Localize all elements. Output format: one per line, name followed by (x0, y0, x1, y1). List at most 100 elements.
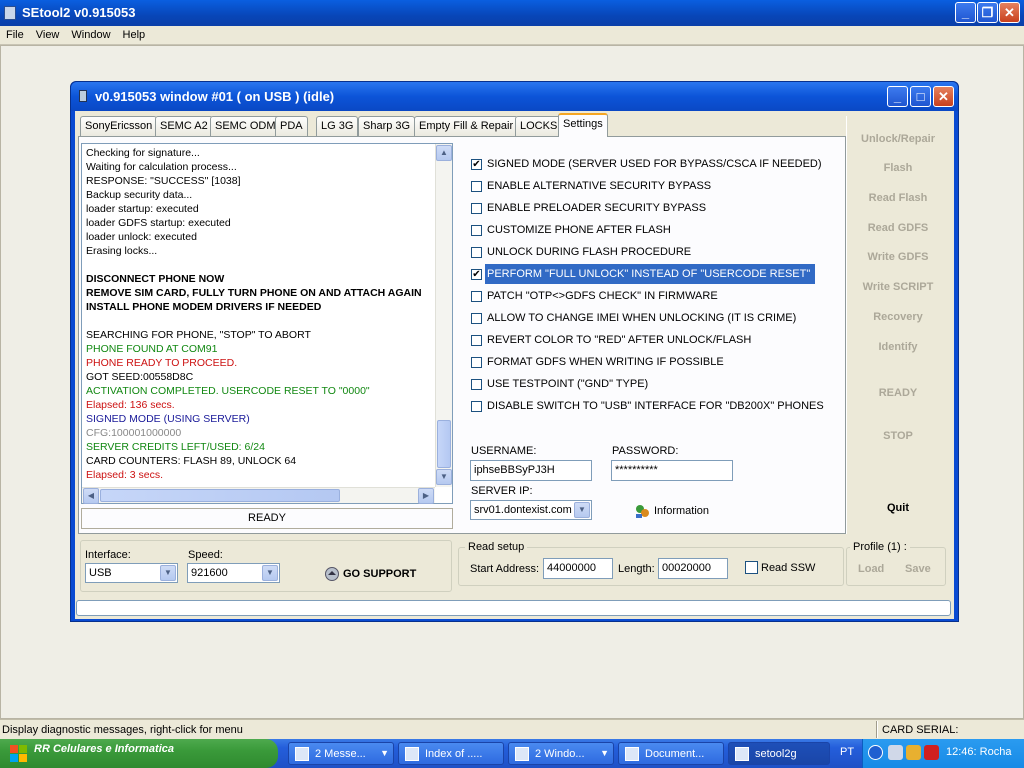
unlock-repair-button[interactable]: Unlock/Repair (852, 133, 944, 145)
app-titlebar[interactable]: SEtool2 v0.915053 _ ❐ ✕ (0, 0, 1024, 26)
child-window-titlebar[interactable]: v0.915053 window #01 ( on USB ) (idle) _… (71, 82, 958, 111)
log-vertical-scrollbar[interactable]: ▲ ▼ (435, 144, 452, 487)
clock: 12:46: Rocha (946, 746, 1012, 758)
log-line: Elapsed: 3 secs. (86, 469, 164, 481)
tray-arrow-icon[interactable] (868, 745, 883, 760)
quit-button[interactable]: Quit (852, 502, 944, 514)
chevron-down-icon[interactable]: ▼ (574, 502, 590, 518)
save-button[interactable]: Save (905, 563, 931, 575)
chevron-down-icon[interactable]: ▼ (600, 748, 609, 758)
write-gdfs-button[interactable]: Write GDFS (852, 251, 944, 263)
checkbox-icon[interactable] (471, 379, 482, 390)
scroll-thumb[interactable] (437, 420, 451, 468)
username-input[interactable]: iphseBBSyPJ3H (470, 460, 592, 481)
length-label: Length: (618, 563, 655, 575)
tray-app-icon[interactable] (888, 745, 903, 760)
scroll-up-icon[interactable]: ▲ (436, 145, 452, 161)
checkbox-icon[interactable] (471, 401, 482, 412)
tab-semc-odm[interactable]: SEMC ODM (210, 116, 281, 136)
start-label: RR Celulares e Informatica (34, 743, 174, 755)
info-icon[interactable] (634, 503, 650, 519)
scroll-left-icon[interactable]: ◀ (83, 488, 99, 504)
password-input[interactable]: ********** (611, 460, 733, 481)
taskbar-item[interactable]: Index of ..... (398, 742, 504, 765)
start-button[interactable]: RR Celulares e Informatica (0, 739, 278, 768)
child-maximize-icon[interactable]: □ (910, 86, 931, 107)
recovery-button[interactable]: Recovery (852, 311, 944, 323)
setting-option-label: DISABLE SWITCH TO "USB" INTERFACE FOR "D… (487, 400, 824, 412)
log-horizontal-scrollbar[interactable]: ◀ ▶ (82, 487, 435, 504)
status-message: Display diagnostic messages, right-click… (2, 724, 243, 736)
checkbox-icon[interactable] (471, 203, 482, 214)
log-line: SEARCHING FOR PHONE, "STOP" TO ABORT (86, 329, 311, 341)
log-line: INSTALL PHONE MODEM DRIVERS IF NEEDED (86, 301, 322, 313)
start-address-input[interactable]: 44000000 (543, 558, 613, 579)
taskbar-item[interactable]: Document... (618, 742, 724, 765)
setting-option-label: CUSTOMIZE PHONE AFTER FLASH (487, 224, 671, 236)
identify-button[interactable]: Identify (852, 341, 944, 353)
checkbox-icon[interactable] (471, 313, 482, 324)
child-minimize-icon[interactable]: _ (887, 86, 908, 107)
checkbox-icon[interactable] (471, 291, 482, 302)
chevron-down-icon[interactable]: ▼ (262, 565, 278, 581)
hscroll-thumb[interactable] (100, 489, 340, 502)
menu-help[interactable]: Help (117, 26, 152, 41)
tab-lg-3g[interactable]: LG 3G (316, 116, 359, 136)
speed-select[interactable]: 921600 ▼ (187, 563, 280, 583)
checkbox-checked-icon[interactable]: ✔ (471, 269, 482, 280)
tab-semc-a2[interactable]: SEMC A2 (155, 116, 213, 136)
taskbar-item[interactable]: setool2g (728, 742, 830, 765)
tray-antivirus-icon[interactable] (924, 745, 939, 760)
log-line: PHONE READY TO PROCEED. (86, 357, 238, 369)
close-icon[interactable]: ✕ (999, 2, 1020, 23)
speed-value: 921600 (191, 567, 228, 579)
checkbox-icon[interactable] (471, 181, 482, 192)
support-icon[interactable] (324, 566, 340, 582)
language-indicator[interactable]: PT (840, 746, 854, 758)
tab-empty-fill-repair[interactable]: Empty Fill & Repair (414, 116, 519, 136)
scroll-down-icon[interactable]: ▼ (436, 469, 452, 485)
length-input[interactable]: 00020000 (658, 558, 728, 579)
chevron-down-icon[interactable]: ▼ (380, 748, 389, 758)
log-panel[interactable]: Checking for signature... Waiting for cal… (81, 143, 453, 504)
flash-button[interactable]: Flash (852, 162, 944, 174)
checkbox-icon[interactable] (471, 335, 482, 346)
log-line: loader startup: executed (86, 203, 199, 215)
checkbox-icon[interactable] (471, 225, 482, 236)
chevron-down-icon[interactable]: ▼ (160, 565, 176, 581)
log-line: CARD COUNTERS: FLASH 89, UNLOCK 64 (86, 455, 297, 467)
scroll-right-icon[interactable]: ▶ (418, 488, 434, 504)
tab-settings[interactable]: Settings (558, 113, 608, 137)
stop-button[interactable]: STOP (852, 430, 944, 442)
load-button[interactable]: Load (858, 563, 884, 575)
interface-select[interactable]: USB ▼ (85, 563, 178, 583)
read-flash-button[interactable]: Read Flash (852, 192, 944, 204)
minimize-icon[interactable]: _ (955, 2, 976, 23)
tray-security-icon[interactable] (906, 745, 921, 760)
setting-option-label: SIGNED MODE (SERVER USED FOR BYPASS/CSCA… (487, 158, 822, 170)
tab-sonyericsson[interactable]: SonyEricsson (80, 116, 158, 136)
setting-option-label: FORMAT GDFS WHEN WRITING IF POSSIBLE (487, 356, 724, 368)
checkbox-icon[interactable] (471, 247, 482, 258)
log-line: DISCONNECT PHONE NOW (86, 273, 225, 285)
restore-icon[interactable]: ❐ (977, 2, 998, 23)
information-link[interactable]: Information (654, 505, 709, 517)
read-ssw-checkbox[interactable] (745, 561, 758, 574)
menu-file[interactable]: File (0, 26, 30, 41)
server-ip-select[interactable]: srv01.dontexist.com ▼ (470, 500, 592, 520)
menu-view[interactable]: View (30, 26, 66, 41)
checkbox-checked-icon[interactable]: ✔ (471, 159, 482, 170)
write-script-button[interactable]: Write SCRIPT (852, 281, 944, 293)
taskbar-item[interactable]: 2 Windo... ▼ (508, 742, 614, 765)
tab-locks[interactable]: LOCKS (515, 116, 563, 136)
read-gdfs-button[interactable]: Read GDFS (852, 222, 944, 234)
tab-sharp-3g[interactable]: Sharp 3G (358, 116, 416, 136)
taskbar-item[interactable]: 2 Messe... ▼ (288, 742, 394, 765)
tab-pda[interactable]: PDA (275, 116, 308, 136)
log-line: RESPONSE: "SUCCESS" [1038] (86, 175, 241, 187)
child-close-icon[interactable]: ✕ (933, 86, 954, 107)
go-support-button[interactable]: GO SUPPORT (343, 568, 416, 580)
menu-window[interactable]: Window (65, 26, 116, 41)
checkbox-icon[interactable] (471, 357, 482, 368)
